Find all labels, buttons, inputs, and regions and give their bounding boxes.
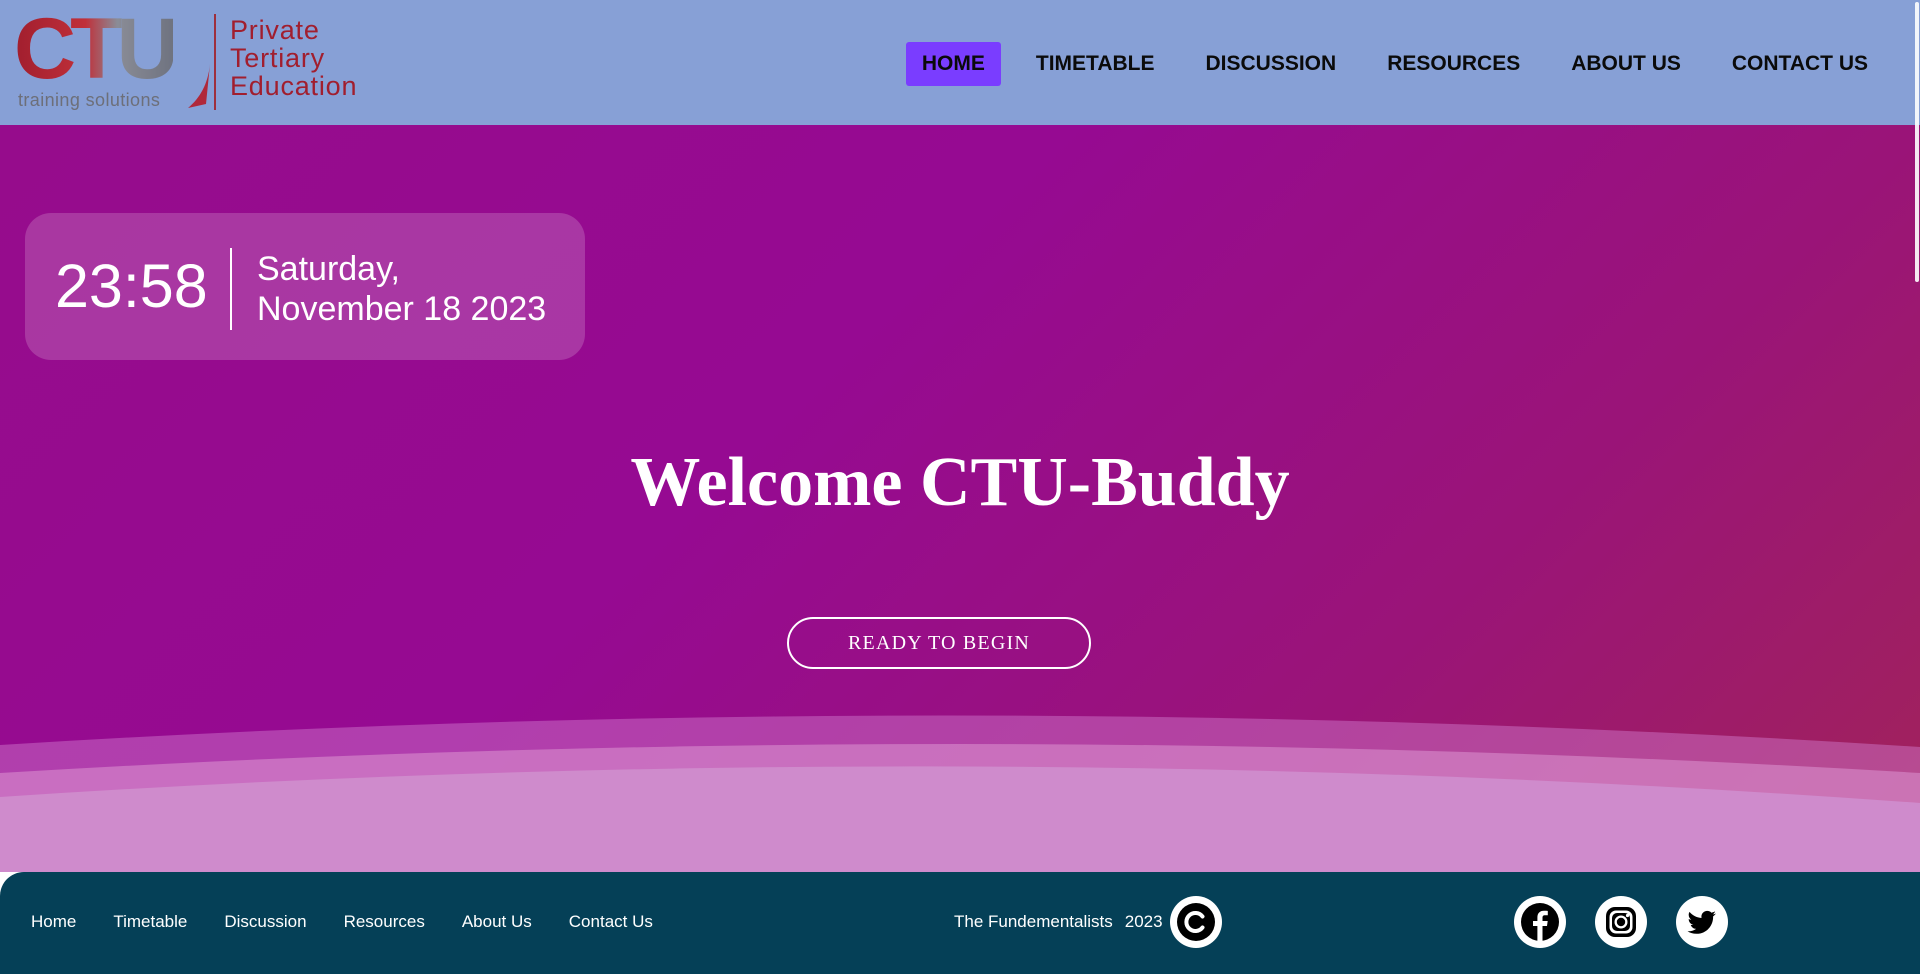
logo-descriptor-line: Education (230, 71, 358, 101)
nav-resources[interactable]: RESOURCES (1371, 42, 1536, 86)
site-footer: Home Timetable Discussion Resources Abou… (0, 872, 1920, 974)
instagram-icon[interactable] (1595, 896, 1647, 948)
page-scrollbar[interactable] (1913, 0, 1920, 974)
logo-descriptor-line: Private (230, 15, 320, 45)
twitter-icon[interactable] (1676, 896, 1728, 948)
ready-to-begin-button[interactable]: READY TO BEGIN (787, 617, 1091, 669)
footer-link-timetable[interactable]: Timetable (113, 912, 187, 932)
facebook-icon[interactable] (1514, 896, 1566, 948)
clock-time: 23:58 (55, 252, 208, 320)
clock-card: 23:58 Saturday, November 18 2023 (25, 213, 585, 360)
logo-wordmark: CTU (14, 1, 179, 97)
logo-descriptor: Private Tertiary Education (230, 16, 357, 100)
clock-divider (230, 248, 232, 330)
nav-contact-us[interactable]: CONTACT US (1716, 42, 1884, 86)
logo-swoosh-icon (188, 64, 210, 108)
site-header: CTU training solutions Private Tertiary … (0, 0, 1920, 125)
ctu-logo[interactable]: CTU training solutions Private Tertiary … (14, 6, 394, 112)
footer-link-home[interactable]: Home (31, 912, 76, 932)
logo-descriptor-line: Tertiary (230, 43, 325, 73)
welcome-heading: Welcome CTU-Buddy (630, 444, 1290, 521)
nav-discussion[interactable]: DISCUSSION (1190, 42, 1353, 86)
nav-about-us[interactable]: ABOUT US (1555, 42, 1697, 86)
clock-date-weekday: Saturday, (257, 250, 401, 288)
footer-credit-name: The Fundementalists (954, 912, 1113, 931)
main-nav: HOME TIMETABLE DISCUSSION RESOURCES ABOU… (887, 42, 1884, 86)
logo-tagline: training solutions (18, 90, 161, 110)
scrollbar-thumb[interactable] (1915, 2, 1919, 282)
clock-date-full: November 18 2023 (257, 290, 547, 328)
nav-timetable[interactable]: TIMETABLE (1020, 42, 1171, 86)
clock-date: Saturday, November 18 2023 (257, 249, 546, 329)
footer-link-discussion[interactable]: Discussion (224, 912, 306, 932)
logo-divider (214, 14, 216, 110)
footer-link-contact-us[interactable]: Contact Us (569, 912, 653, 932)
hero-section: 23:58 Saturday, November 18 2023 Welcome… (0, 125, 1920, 872)
footer-link-about-us[interactable]: About Us (462, 912, 532, 932)
footer-link-resources[interactable]: Resources (344, 912, 425, 932)
footer-links: Home Timetable Discussion Resources Abou… (31, 912, 690, 932)
nav-home[interactable]: HOME (905, 42, 1001, 86)
footer-credit-year: 2023 (1124, 912, 1163, 931)
footer-credit: The Fundementalists 2023 (954, 912, 1163, 932)
copyright-icon (1170, 896, 1222, 948)
